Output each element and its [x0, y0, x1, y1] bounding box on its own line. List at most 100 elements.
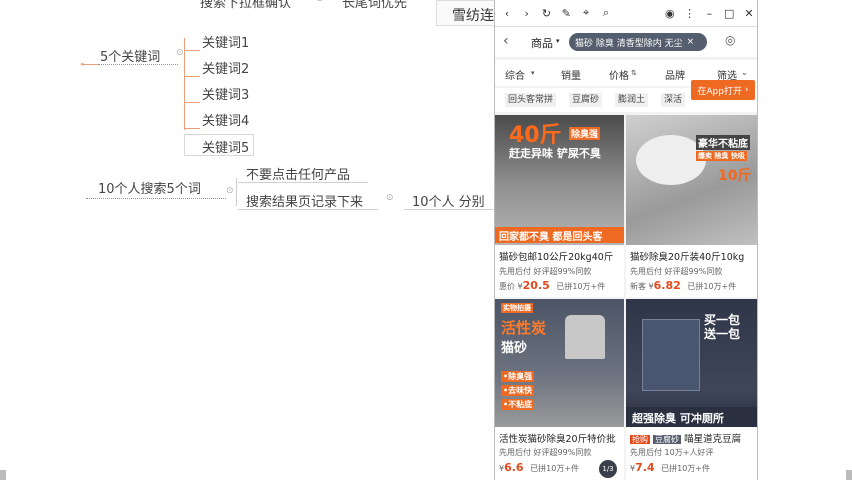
mm-underline [86, 198, 226, 199]
image-badge: 爆卖 除臭 快吸 [696, 151, 747, 161]
mm-node-keyword-5[interactable]: 关键词5 [202, 137, 249, 156]
product-image[interactable]: 买一包 送一包 超强除臭 可冲厕所 [626, 299, 757, 427]
mm-branch-tick [184, 102, 200, 103]
product-meta: 先用后付 好评超99%同款 [630, 267, 723, 276]
product-card[interactable]: 豪华不粘底 爆卖 除臭 快吸 10斤 猫砂除臭20斤装40斤10kg 先用后付 … [626, 115, 757, 297]
app-logo-icon[interactable]: ◉ [662, 4, 678, 22]
sort-price[interactable]: 价格 [609, 67, 629, 82]
mm-branch-tick [184, 76, 200, 77]
forward-icon[interactable]: › [519, 4, 535, 22]
edit-icon[interactable]: ✎ [558, 4, 574, 22]
price-prefix: 新客 ¥ [630, 282, 654, 291]
image-banner-text: 回家都不臭 都是回头客 [499, 232, 603, 243]
product-meta: 先用后付 好评超99%同款 [499, 448, 592, 457]
price-prefix: 惠价 ¥ [499, 282, 523, 291]
camera-icon[interactable]: ◎ [725, 33, 735, 47]
filter-tag-tofu[interactable]: 豆腐砂 [569, 93, 603, 107]
page-indicator-icon[interactable]: 1/3 [599, 460, 617, 478]
product-title: 喵星道克豆腐 [684, 434, 742, 445]
refresh-icon[interactable]: ↻ [539, 4, 555, 22]
product-card[interactable]: 40斤 除臭强 赶走异味 铲屎不臭 回家都不臭 都是回头客 猫砂包邮10公斤20… [495, 115, 624, 297]
product-title-line[interactable]: 抢购 豆腐砂 喵星道克豆腐 [630, 431, 741, 445]
product-card[interactable]: 买一包 送一包 超强除臭 可冲厕所 抢购 豆腐砂 喵星道克豆腐 先用后付 10万… [626, 299, 757, 480]
product-title[interactable]: 活性炭猫砂除臭20斤特价批 [499, 431, 616, 445]
product-sales: 已拼10万+件 [661, 464, 711, 473]
sort-brand[interactable]: 品牌 [665, 67, 685, 82]
mm-node-chiffon[interactable]: 雪纺连 [452, 5, 494, 25]
back-icon[interactable]: ‹ [499, 4, 515, 22]
image-weight: 10斤 [718, 168, 752, 184]
mm-node-five-keywords[interactable]: 5个关键词 [100, 46, 160, 65]
mm-branch-line [236, 178, 237, 206]
search-query-text: 猫砂 除臭 清香型除内 无尘 [575, 38, 683, 49]
chevron-down-icon: ▾ [531, 69, 535, 77]
mm-node-keyword-3[interactable]: 关键词3 [202, 84, 249, 103]
collapse-icon[interactable]: ⊙ [386, 193, 394, 203]
image-point: •去味快 [501, 385, 535, 396]
product-price-line: ¥6.6 已拼10万+件 [499, 461, 579, 474]
product-image[interactable]: 实物拍摄 活性炭 猫砂 •除臭强 •去味快 •不粘底 [495, 299, 624, 427]
product-price: 6.6 [504, 461, 524, 474]
product-price: 20.5 [522, 279, 550, 292]
filter-tag-deep[interactable]: 深活 [661, 93, 686, 107]
collapse-icon[interactable]: ⊙ [176, 48, 184, 58]
product-price: 7.4 [635, 461, 655, 474]
mm-underline [98, 64, 178, 65]
clear-icon[interactable]: × [687, 37, 695, 47]
sort-comprehensive[interactable]: 综合 [505, 67, 525, 82]
product-price: 6.82 [653, 279, 681, 292]
product-title[interactable]: 猫砂除臭20斤装40斤10kg [630, 249, 744, 263]
product-badge-sale: 抢购 [630, 435, 650, 444]
pin-icon[interactable]: ⌖ [578, 4, 594, 22]
mm-node-split[interactable]: 10个人 分别 [412, 191, 485, 210]
mm-node-keyword-2[interactable]: 关键词2 [202, 58, 249, 77]
mm-node-keyword-1[interactable]: 关键词1 [202, 32, 249, 51]
package-illustration [642, 319, 700, 391]
mm-node-record-results[interactable]: 搜索结果页记录下来 [246, 191, 363, 210]
scrollbar-handle[interactable] [846, 470, 852, 480]
close-icon[interactable]: ✕ [741, 4, 757, 22]
mm-underline [238, 209, 378, 210]
mm-branch-tick [184, 128, 200, 129]
search-bar: ‹ 商品 ▾ 猫砂 除臭 清香型除内 无尘 × ◎ [495, 27, 757, 57]
product-sales: 已拼10万+件 [556, 282, 606, 291]
product-image[interactable]: 豪华不粘底 爆卖 除臭 快吸 10斤 [626, 115, 757, 245]
image-subtitle: 猫砂 [501, 341, 528, 356]
collapse-icon[interactable]: ⊙ [316, 0, 324, 4]
mm-node-keyword-4[interactable]: 关键词4 [202, 110, 249, 129]
chevron-right-icon: › [744, 85, 749, 95]
image-banner-text: 超强除臭 可冲厕所 [632, 412, 724, 425]
filter-icon[interactable]: ⌄ [741, 68, 748, 77]
mobile-app-window: ‹ › ↻ ✎ ⌖ ⌕ ◉ ⋮ – □ ✕ ‹ 商品 ▾ 猫砂 除臭 清香型除内… [494, 0, 758, 480]
search-type-tab[interactable]: 商品 [531, 35, 553, 51]
image-subtitle: 赶走异味 铲屎不臭 [509, 147, 601, 160]
collapse-icon[interactable]: ⊙ [226, 186, 234, 196]
open-in-app-button[interactable]: 在App打开 › [691, 80, 755, 100]
filter-tag-bentonite[interactable]: 膨润土 [615, 93, 649, 107]
mm-node-dropdown-confirm[interactable]: 搜索下拉框确认 [200, 0, 291, 11]
scrollbar-handle[interactable] [0, 470, 6, 480]
menu-icon[interactable]: ⋮ [682, 4, 698, 22]
product-price-line: 新客 ¥6.82 已拼10万+件 [630, 279, 736, 292]
minimize-icon[interactable]: – [702, 4, 718, 22]
product-price-line: ¥7.4 已拼10万+件 [630, 461, 710, 474]
mm-node-ten-people[interactable]: 10个人搜索5个词 [98, 178, 201, 197]
sort-sales[interactable]: 销量 [561, 67, 581, 82]
search-query-chip[interactable]: 猫砂 除臭 清香型除内 无尘 × [569, 33, 707, 51]
search-icon[interactable]: ⌕ [598, 4, 614, 22]
image-badge: 实物拍摄 [501, 303, 533, 313]
sort-arrows-icon: ⇅ [631, 69, 637, 77]
product-meta: 先用后付 10万+人好评 [630, 448, 714, 457]
product-card[interactable]: 实物拍摄 活性炭 猫砂 •除臭强 •去味快 •不粘底 活性炭猫砂除臭20斤特价批… [495, 299, 624, 480]
mm-node-longtail[interactable]: 长尾词优先 [342, 0, 407, 11]
mm-underline [404, 209, 494, 210]
back-arrow-icon[interactable]: ‹ [503, 33, 509, 49]
filter-tag-repeat[interactable]: 回头客常拼 [505, 93, 557, 107]
product-title[interactable]: 猫砂包邮10公斤20kg40斤 [499, 249, 613, 263]
image-banner: 回家都不臭 都是回头客 [495, 227, 624, 243]
product-image[interactable]: 40斤 除臭强 赶走异味 铲屎不臭 回家都不臭 都是回头客 [495, 115, 624, 245]
mm-underline [238, 182, 368, 183]
chevron-down-icon[interactable]: ▾ [556, 37, 560, 45]
maximize-icon[interactable]: □ [721, 4, 737, 22]
mm-node-no-click[interactable]: 不要点击任何产品 [246, 164, 350, 183]
